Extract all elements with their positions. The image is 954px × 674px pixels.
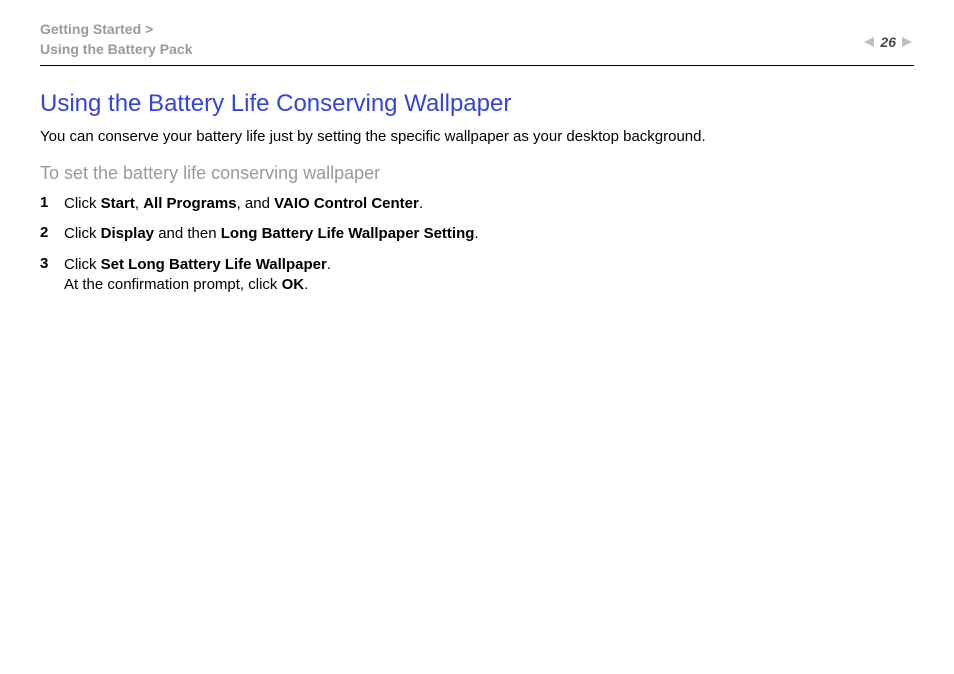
step-text: Click Start, All Programs, and VAIO Cont… [64,194,914,214]
page-number: 26 [880,34,896,50]
breadcrumb-line-2: Using the Battery Pack [40,40,193,60]
step-number: 2 [40,224,64,241]
step-item: 2Click Display and then Long Battery Lif… [40,224,914,244]
step-item: 3Click Set Long Battery Life Wallpaper.A… [40,255,914,296]
header-rule [40,65,914,66]
breadcrumb: Getting Started > Using the Battery Pack [40,20,193,59]
step-text: Click Set Long Battery Life Wallpaper.At… [64,255,914,296]
step-text: Click Display and then Long Battery Life… [64,224,914,244]
breadcrumb-line-1: Getting Started > [40,20,193,40]
next-page-icon[interactable] [900,35,914,49]
page-header: Getting Started > Using the Battery Pack… [40,20,914,65]
steps-list: 1Click Start, All Programs, and VAIO Con… [40,194,914,295]
step-number: 3 [40,255,64,272]
section-subhead: To set the battery life conserving wallp… [40,163,914,184]
page-nav: 26 [862,34,914,50]
intro-paragraph: You can conserve your battery life just … [40,128,914,145]
step-item: 1Click Start, All Programs, and VAIO Con… [40,194,914,214]
step-number: 1 [40,194,64,211]
page-title: Using the Battery Life Conserving Wallpa… [40,90,914,118]
prev-page-icon[interactable] [862,35,876,49]
